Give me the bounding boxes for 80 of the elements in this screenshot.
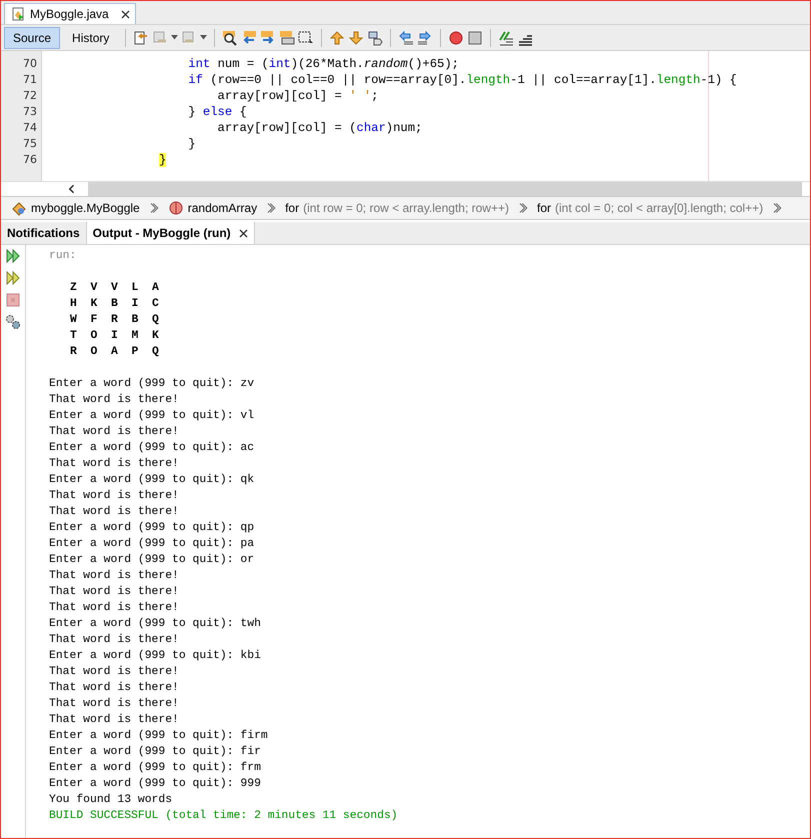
output-line: That word is there!	[49, 488, 180, 504]
output-line: W F R B Q	[70, 313, 160, 328]
line-number: 73	[22, 104, 38, 120]
output-line: R O A P Q	[70, 345, 160, 360]
output-line: Enter a word (999 to quit): or	[49, 552, 256, 568]
settings-icon[interactable]	[5, 314, 21, 330]
record-icon[interactable]	[448, 30, 464, 46]
dropdown-caret-icon[interactable]	[200, 35, 208, 40]
output-line: Enter a word (999 to quit): qp	[49, 520, 256, 536]
output-line: T O I M K	[70, 329, 160, 344]
code-line: int num = (int)(26*Math.random()+65);	[187, 56, 460, 72]
output-line: You found 13 words	[49, 792, 174, 808]
line-number: 75	[22, 136, 38, 152]
comment-icon[interactable]	[498, 30, 514, 46]
output-line: Enter a word (999 to quit): zv	[49, 376, 256, 392]
output-line: Enter a word (999 to quit): pa	[49, 536, 256, 552]
breadcrumb[interactable]: randomArray	[168, 200, 258, 216]
output-line: That word is there!	[49, 696, 180, 712]
output-line: Z V V L A	[70, 281, 160, 296]
output-line: That word is there!	[49, 392, 180, 408]
line-number: 72	[22, 88, 38, 104]
output-line: Enter a word (999 to quit): kbi	[49, 648, 262, 664]
output-line: Enter a word (999 to quit): vl	[49, 408, 256, 424]
class-icon[interactable]	[11, 200, 27, 216]
output-line: That word is there!	[49, 712, 180, 728]
breadcrumb[interactable]: myboggle.MyBoggle	[11, 200, 140, 216]
shift-left-icon[interactable]	[398, 30, 414, 46]
code-line: }	[187, 136, 197, 152]
output-line: Enter a word (999 to quit): fir	[49, 744, 262, 760]
close-icon[interactable]	[238, 228, 248, 238]
selection-icon[interactable]	[298, 30, 314, 46]
code-line: if (row==0 || col==0 || row==array[0].length-1 || col==array[1].length-1) {	[187, 72, 738, 88]
output-line: Enter a word (999 to quit): qk	[49, 472, 256, 488]
output-line: That word is there!	[49, 504, 180, 520]
rerun-icon[interactable]	[5, 248, 21, 264]
stop-icon[interactable]	[5, 292, 21, 308]
output-line: That word is there!	[49, 456, 180, 472]
output-line: That word is there!	[49, 632, 180, 648]
file-tab[interactable]: MyBoggle.java	[4, 3, 136, 24]
code-line: array[row][col] = (char)num;	[216, 120, 424, 136]
up-arrow-icon[interactable]	[329, 30, 346, 46]
code-line: } else {	[187, 104, 248, 120]
output-line: That word is there!	[49, 424, 180, 440]
breadcrumb[interactable]: for (int col = 0; col < array[0].length; col++)	[536, 201, 764, 215]
method-icon[interactable]	[168, 200, 184, 216]
output-line: Enter a word (999 to quit): twh	[49, 616, 262, 632]
output-line: run:	[49, 249, 78, 264]
output-line: That word is there!	[49, 664, 180, 680]
output-line: H K B I C	[70, 297, 160, 312]
panel-tab[interactable]: Output - MyBoggle (run)	[86, 222, 255, 244]
line-number: 76	[22, 152, 38, 168]
output-line: That word is there!	[49, 568, 180, 584]
shift-right-icon[interactable]	[417, 30, 434, 46]
output-line: That word is there!	[49, 600, 180, 616]
line-number: 71	[22, 72, 38, 88]
scrollbar[interactable]	[88, 182, 802, 196]
stop-icon[interactable]	[467, 30, 484, 46]
output-line: Enter a word (999 to quit): ac	[49, 440, 256, 456]
output-line: Enter a word (999 to quit): firm	[49, 728, 269, 744]
find-previous-icon[interactable]	[241, 30, 258, 46]
line-number: 74	[22, 120, 38, 136]
highlight-icon[interactable]	[279, 30, 296, 46]
java-file-icon[interactable]	[10, 6, 26, 22]
close-icon[interactable]	[120, 10, 130, 18]
output-line: BUILD SUCCESSFUL (total time: 2 minutes 11 seconds)	[49, 808, 398, 824]
output-line: Enter a word (999 to quit): 999	[49, 776, 262, 792]
goto-icon[interactable]	[133, 30, 150, 46]
down-arrow-icon[interactable]	[348, 30, 364, 46]
view-tab[interactable]: History	[63, 26, 118, 48]
code-line: array[row][col] = ' ';	[216, 88, 380, 104]
breadcrumb[interactable]: for (int row = 0; row < array.length; row++)	[285, 201, 509, 215]
line-number: 70	[22, 56, 38, 72]
output-line: That word is there!	[49, 584, 180, 600]
search-icon[interactable]	[222, 30, 238, 46]
output-line: Enter a word (999 to quit): frm	[49, 760, 262, 776]
shapes-icon[interactable]	[367, 30, 384, 46]
view-tab[interactable]: Source	[4, 26, 60, 48]
rerun-options-icon[interactable]	[5, 270, 21, 286]
output-line: That word is there!	[49, 680, 180, 696]
dropdown-caret-icon[interactable]	[171, 35, 178, 40]
